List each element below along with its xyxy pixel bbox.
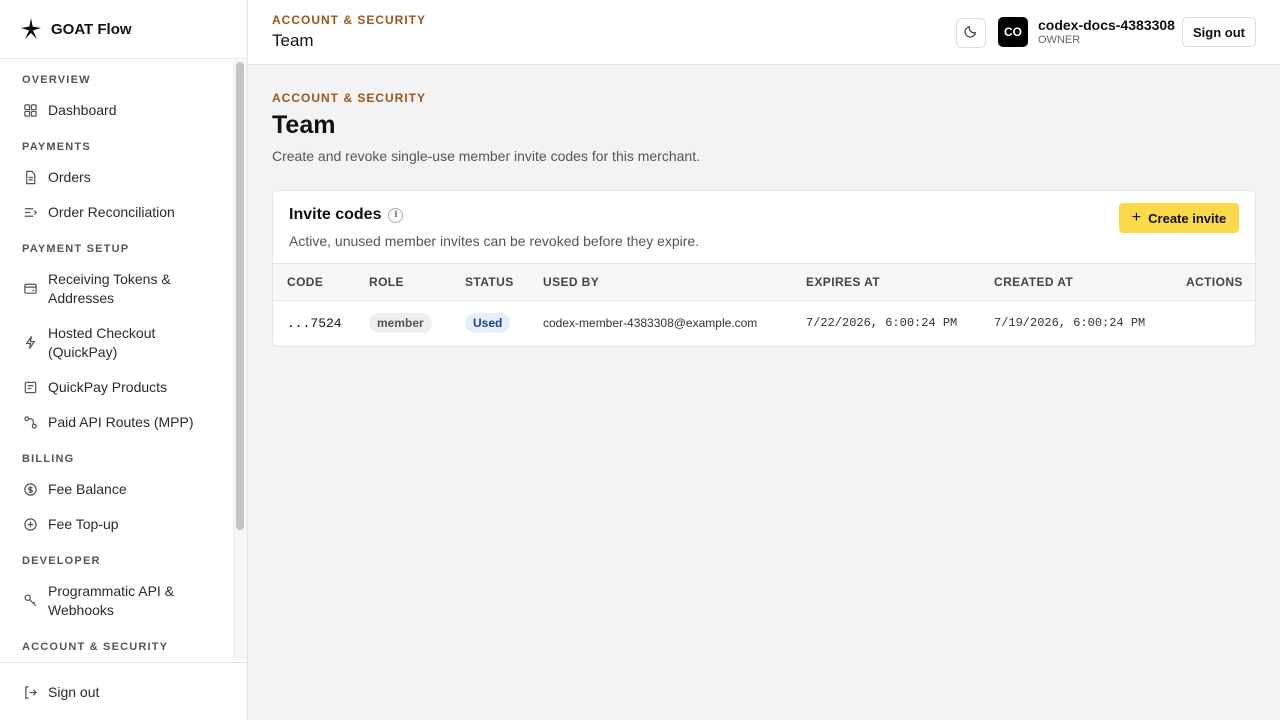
sidebar-nav: OVERVIEW Dashboard PAYMENTS Orders Order… bbox=[0, 60, 233, 660]
column-header-created-at: CREATED AT bbox=[994, 275, 1074, 289]
status-badge: Used bbox=[465, 313, 511, 333]
route-icon bbox=[22, 414, 38, 430]
plus-circle-icon bbox=[22, 516, 38, 532]
app-name: GOAT Flow bbox=[51, 20, 132, 38]
nav-section-account-security: ACCOUNT & SECURITY bbox=[22, 641, 169, 653]
sidebar-item-label: Fee Balance bbox=[48, 481, 127, 497]
nav-section-payment-setup: PAYMENT SETUP bbox=[22, 243, 130, 255]
table-row: ...7524 member Used codex-member-4383308… bbox=[273, 301, 1255, 346]
goat-logo-icon bbox=[19, 17, 43, 41]
key-icon bbox=[22, 592, 38, 608]
sidebar-item-label: Paid API Routes (MPP) bbox=[48, 414, 194, 430]
sidebar-item-paid-api-routes[interactable]: Paid API Routes (MPP) bbox=[0, 413, 204, 432]
sidebar-signout-button[interactable]: Sign out bbox=[0, 683, 109, 702]
role-badge: member bbox=[369, 313, 432, 333]
nav-section-developer: DEVELOPER bbox=[22, 555, 101, 567]
sidebar-item-order-reconciliation[interactable]: Order Reconciliation bbox=[0, 203, 185, 222]
page-description: Create and revoke single-use member invi… bbox=[272, 148, 700, 164]
sidebar-scrollbar[interactable] bbox=[233, 60, 247, 660]
page-title: Team bbox=[272, 111, 336, 139]
info-icon[interactable]: i bbox=[388, 207, 404, 223]
sidebar-item-label: Order Reconciliation bbox=[48, 204, 175, 220]
sidebar-item-label: Fee Top-up bbox=[48, 516, 119, 532]
sidebar-scrollbar-thumb[interactable] bbox=[236, 62, 244, 530]
sidebar-item-label: Dashboard bbox=[48, 102, 117, 118]
coin-icon bbox=[22, 481, 38, 497]
grid-icon bbox=[22, 102, 38, 118]
logout-icon bbox=[22, 684, 38, 700]
lightning-icon bbox=[22, 334, 38, 350]
receipt-icon bbox=[22, 379, 38, 395]
theme-toggle-button[interactable] bbox=[956, 18, 986, 48]
nav-section-billing: BILLING bbox=[22, 453, 75, 465]
sidebar-item-receiving-tokens[interactable]: Receiving Tokens & Addresses bbox=[0, 270, 210, 308]
sidebar-item-quickpay-products[interactable]: QuickPay Products bbox=[0, 378, 177, 397]
invite-codes-description: Active, unused member invites can be rev… bbox=[289, 233, 700, 249]
nav-section-payments: PAYMENTS bbox=[22, 141, 91, 153]
topbar: ACCOUNT & SECURITY Team CO codex-docs-43… bbox=[248, 0, 1280, 65]
column-header-actions: ACTIONS bbox=[1186, 275, 1243, 289]
invite-codes-card: Invite codes i Active, unused member inv… bbox=[272, 190, 1256, 347]
invite-codes-title: Invite codes bbox=[289, 206, 382, 223]
signout-button[interactable]: Sign out bbox=[1182, 17, 1256, 47]
column-header-expires-at: EXPIRES AT bbox=[806, 275, 881, 289]
sidebar-item-label: QuickPay Products bbox=[48, 379, 168, 395]
create-invite-label: Create invite bbox=[1148, 210, 1227, 226]
created-at: 7/19/2026, 6:00:24 PM bbox=[994, 316, 1146, 330]
sidebar-signout-label: Sign out bbox=[48, 684, 100, 700]
moon-icon bbox=[964, 24, 978, 43]
sidebar-footer: Sign out bbox=[0, 662, 247, 720]
column-header-code: CODE bbox=[287, 275, 324, 289]
sidebar-item-fee-balance[interactable]: Fee Balance bbox=[0, 480, 137, 499]
expires-at: 7/22/2026, 6:00:24 PM bbox=[806, 316, 958, 330]
sidebar-item-dashboard[interactable]: Dashboard bbox=[0, 101, 127, 120]
avatar[interactable]: CO bbox=[998, 17, 1028, 47]
sidebar-item-label: Hosted Checkout (QuickPay) bbox=[48, 325, 156, 360]
sidebar-item-fee-topup[interactable]: Fee Top-up bbox=[0, 515, 129, 534]
column-header-used-by: USED BY bbox=[543, 275, 600, 289]
sidebar-item-label: Receiving Tokens & Addresses bbox=[48, 271, 171, 306]
user-role: OWNER bbox=[1038, 34, 1081, 46]
used-by-email: codex-member-4383308@example.com bbox=[543, 316, 758, 330]
sidebar-item-label: Orders bbox=[48, 169, 91, 185]
invite-code: ...7524 bbox=[287, 316, 342, 331]
header-title: Team bbox=[272, 31, 314, 50]
column-header-status: STATUS bbox=[465, 275, 514, 289]
sidebar-item-label: Programmatic API & Webhooks bbox=[48, 583, 175, 618]
column-header-role: ROLE bbox=[369, 275, 404, 289]
plus-icon: + bbox=[1131, 209, 1142, 226]
invite-codes-title-row: Invite codes i bbox=[289, 206, 404, 224]
sidebar: GOAT Flow OVERVIEW Dashboard PAYMENTS Or… bbox=[0, 0, 248, 720]
sidebar-item-hosted-checkout[interactable]: Hosted Checkout (QuickPay) bbox=[0, 324, 210, 362]
sidebar-item-programmatic-api[interactable]: Programmatic API & Webhooks bbox=[0, 582, 210, 620]
sidebar-item-orders[interactable]: Orders bbox=[0, 168, 101, 187]
header-eyebrow: ACCOUNT & SECURITY bbox=[272, 13, 427, 27]
user-name: codex-docs-4383308 bbox=[1038, 17, 1175, 33]
wallet-icon bbox=[22, 280, 38, 296]
page-eyebrow: ACCOUNT & SECURITY bbox=[272, 91, 427, 105]
main-content: ACCOUNT & SECURITY Team Create and revok… bbox=[248, 66, 1280, 720]
nav-section-overview: OVERVIEW bbox=[22, 74, 91, 86]
create-invite-button[interactable]: + Create invite bbox=[1119, 203, 1239, 233]
document-icon bbox=[22, 169, 38, 185]
table-header: CODE ROLE STATUS USED BY EXPIRES AT CREA… bbox=[273, 263, 1255, 301]
reconcile-icon bbox=[22, 204, 38, 220]
brand[interactable]: GOAT Flow bbox=[0, 0, 247, 59]
